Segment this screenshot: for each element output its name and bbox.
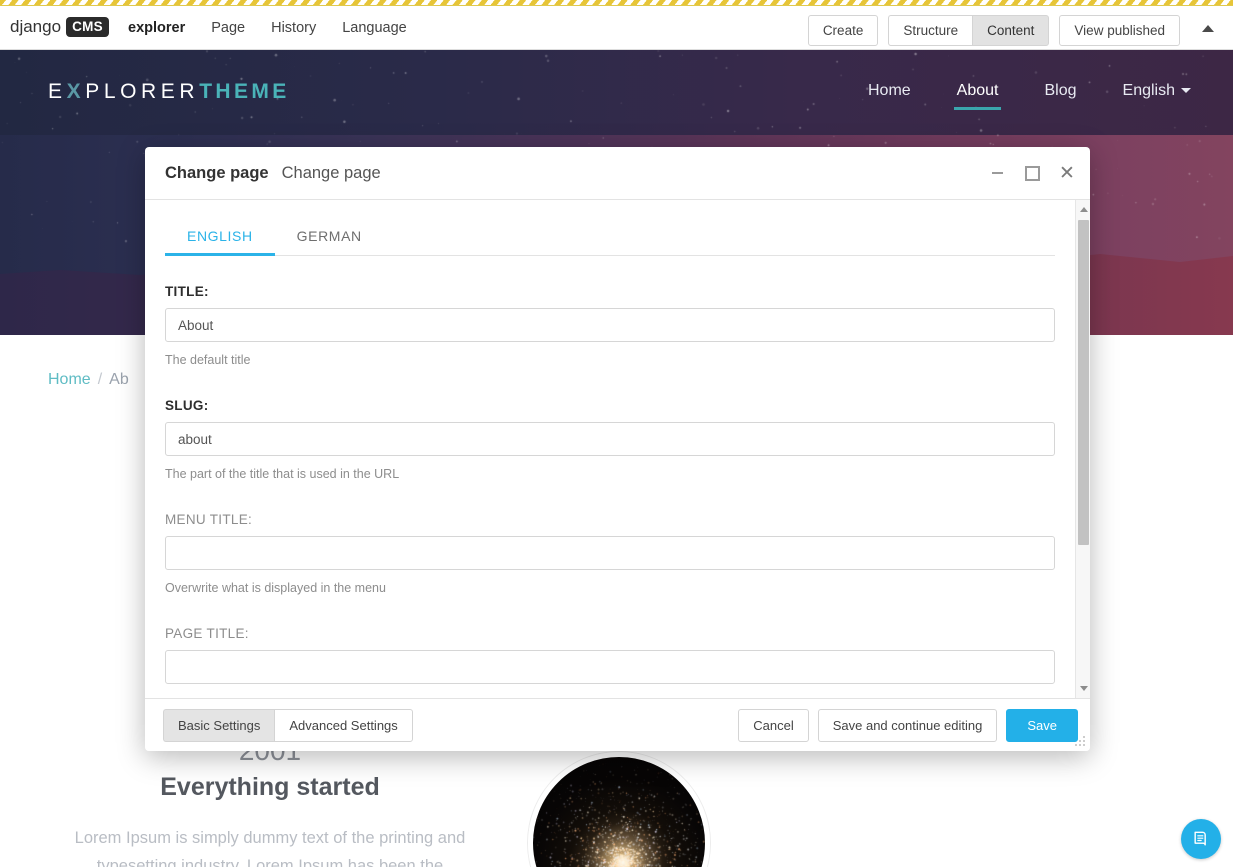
- edit-mode-stripe: [0, 0, 1233, 6]
- chevron-up-icon[interactable]: [1197, 18, 1219, 38]
- field-slug-help: The part of the title that is used in th…: [165, 467, 400, 481]
- field-page-title-label: PAGE TITLE:: [165, 626, 249, 641]
- breadcrumb-current: Ab: [109, 371, 129, 388]
- django-cms-logo[interactable]: django CMS: [10, 17, 109, 37]
- view-published-button[interactable]: View published: [1059, 15, 1180, 46]
- breadcrumb: Home / Ab: [48, 371, 129, 389]
- view-mode-toggle: Structure Content: [888, 15, 1050, 46]
- scrollbar-thumb[interactable]: [1078, 220, 1089, 545]
- modal-window-controls: ✕: [988, 164, 1076, 183]
- modal-subtitle: Change page: [281, 163, 381, 182]
- cms-badge: CMS: [66, 17, 109, 37]
- resize-handle[interactable]: [1075, 736, 1087, 748]
- maximize-icon[interactable]: [1023, 164, 1041, 182]
- menu-title-input[interactable]: [165, 536, 1055, 570]
- cms-menu: explorer Page History Language: [128, 20, 407, 36]
- language-tabs: ENGLISH GERMAN: [165, 218, 1055, 256]
- basic-settings-button[interactable]: Basic Settings: [163, 708, 275, 742]
- field-page-title: PAGE TITLE:: [165, 626, 1055, 684]
- tab-english[interactable]: ENGLISH: [165, 218, 275, 256]
- nav-item-about[interactable]: About: [951, 78, 1005, 110]
- modal-actions: Cancel Save and continue editing Save: [738, 708, 1078, 742]
- cms-toolbar-actions: Create Structure Content View published: [807, 15, 1180, 46]
- field-slug-label: SLUG:: [165, 398, 209, 413]
- site-nav-links: Home About Blog English: [862, 78, 1197, 110]
- site-navigation: EXPLORERTHEME Home About Blog English: [0, 50, 1233, 135]
- cms-toolbar: django CMS explorer Page History Languag…: [0, 0, 1233, 50]
- cms-menu-item-language[interactable]: Language: [342, 20, 407, 36]
- breadcrumb-home[interactable]: Home: [48, 371, 91, 388]
- close-icon[interactable]: ✕: [1058, 164, 1076, 183]
- nav-item-about-label: About: [956, 82, 999, 99]
- content-paragraph: Lorem Ipsum is simply dummy text of the …: [74, 829, 466, 867]
- content-button[interactable]: Content: [972, 15, 1050, 46]
- page-title-input[interactable]: [165, 650, 1055, 684]
- settings-mode-toggle: Basic Settings Advanced Settings: [163, 708, 413, 742]
- cms-menu-item-page[interactable]: Page: [211, 20, 245, 36]
- field-menu-title-help: Overwrite what is displayed in the menu: [165, 581, 386, 595]
- create-button[interactable]: Create: [807, 15, 879, 46]
- title-input[interactable]: [165, 308, 1055, 342]
- modal-footer: Basic Settings Advanced Settings Cancel …: [145, 698, 1090, 751]
- field-title: TITLE: The default title: [165, 284, 1055, 367]
- site-logo[interactable]: EXPLORERTHEME: [48, 80, 290, 104]
- save-and-continue-button[interactable]: Save and continue editing: [817, 708, 998, 742]
- cms-menu-item-explorer[interactable]: explorer: [128, 20, 185, 36]
- nav-item-home-label: Home: [867, 82, 911, 99]
- cancel-button[interactable]: Cancel: [738, 708, 809, 742]
- nav-item-blog[interactable]: Blog: [1038, 78, 1082, 110]
- logo-theme: THEME: [199, 80, 290, 103]
- modal-form-scroll-area: ENGLISH GERMAN TITLE: The default title …: [145, 200, 1075, 698]
- chevron-down-icon: [1181, 88, 1191, 94]
- scroll-down-arrow-icon[interactable]: [1076, 681, 1090, 696]
- logo-plorer: PLORER: [85, 80, 200, 103]
- field-menu-title-label: MENU TITLE:: [165, 512, 253, 527]
- field-title-help: The default title: [165, 353, 251, 367]
- page-settings-form: TITLE: The default title SLUG: The part …: [145, 256, 1075, 698]
- breadcrumb-separator: /: [97, 371, 103, 388]
- content-headline: Everything started: [160, 773, 380, 801]
- change-page-modal: Change page Change page ✕ ENGLISH GERMAN…: [145, 147, 1090, 751]
- modal-scrollbar[interactable]: [1075, 200, 1090, 698]
- nav-item-language-label: English: [1122, 82, 1175, 99]
- cms-menu-item-history[interactable]: History: [271, 20, 316, 36]
- field-slug: SLUG: The part of the title that is used…: [165, 398, 1055, 481]
- logo-e: E: [48, 80, 67, 103]
- modal-header: Change page Change page ✕: [145, 147, 1090, 200]
- logo-x-icon: X: [66, 80, 86, 103]
- nav-item-blog-label: Blog: [1044, 82, 1077, 99]
- django-wordmark: django: [10, 17, 62, 36]
- minimize-icon[interactable]: [988, 164, 1006, 182]
- help-button[interactable]: [1181, 819, 1221, 859]
- scroll-up-arrow-icon[interactable]: [1076, 202, 1090, 217]
- modal-body: ENGLISH GERMAN TITLE: The default title …: [145, 200, 1090, 698]
- slug-input[interactable]: [165, 422, 1055, 456]
- structure-button[interactable]: Structure: [888, 15, 973, 46]
- modal-title: Change page: [165, 163, 269, 182]
- tab-german[interactable]: GERMAN: [275, 218, 384, 255]
- field-title-label: TITLE:: [165, 284, 209, 299]
- book-icon: [1194, 831, 1206, 846]
- screen: EXPLORERTHEME Home About Blog English Ho…: [0, 0, 1233, 867]
- save-button[interactable]: Save: [1006, 708, 1078, 742]
- nav-item-home[interactable]: Home: [862, 78, 917, 110]
- nav-item-language[interactable]: English: [1117, 78, 1197, 110]
- field-menu-title: MENU TITLE: Overwrite what is displayed …: [165, 512, 1055, 595]
- advanced-settings-button[interactable]: Advanced Settings: [274, 708, 413, 742]
